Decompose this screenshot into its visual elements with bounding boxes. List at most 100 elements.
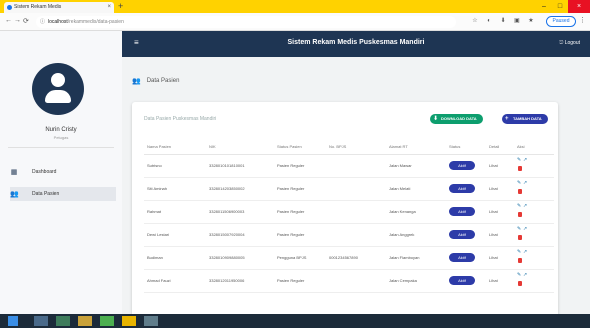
taskbar-app-icon[interactable] [144, 316, 158, 326]
users-icon: 👥 [10, 191, 19, 198]
cell-no-bpjs [326, 269, 386, 293]
cell-nik: 3328014203850002 [206, 177, 274, 201]
start-menu-icon[interactable] [8, 316, 18, 326]
maximize-button[interactable]: □ [552, 0, 568, 13]
delete-icon[interactable] [518, 165, 522, 171]
main-content: 👥 Data Pasien Data Pasien Puskesmas Mand… [122, 57, 590, 322]
open-icon[interactable]: ↗ [523, 249, 527, 255]
row-actions: ✎ ↗ [517, 157, 531, 174]
open-icon[interactable]: ↗ [523, 226, 527, 232]
new-tab-button[interactable]: + [118, 1, 123, 11]
edit-icon[interactable]: ✎ [517, 203, 521, 209]
edit-icon[interactable]: ✎ [517, 157, 521, 163]
row-actions: ✎ ↗ [517, 226, 531, 243]
extension-icon[interactable]: ◐ [484, 16, 494, 26]
url-bar[interactable]: ⓘ localhost/rekammedis/data-pasien [36, 16, 456, 28]
reload-icon[interactable]: ⟳ [23, 17, 29, 25]
delete-icon[interactable] [518, 234, 522, 240]
cell-actions: ✎ ↗ [514, 154, 554, 178]
taskbar-app-icon[interactable] [34, 316, 48, 326]
cell-status: Aktif [446, 200, 486, 224]
info-icon: ⓘ [40, 19, 46, 25]
detail-link[interactable]: Lihat [486, 269, 514, 293]
browser-tab[interactable]: Sistem Rekam Medis × [4, 2, 114, 13]
cell-alamat: Jalan Kenanga [386, 200, 446, 224]
cell-nama-pasien: Sutrisno [144, 154, 206, 178]
add-data-button[interactable]: + TAMBAH DATA [502, 114, 548, 124]
status-badge: Aktif [449, 161, 475, 170]
cell-nama-pasien: Rahmat [144, 200, 206, 224]
extension-icon[interactable]: ▣ [512, 16, 522, 26]
tab-title: Sistem Rekam Medis [14, 4, 62, 10]
column-header[interactable]: NIK [206, 140, 274, 155]
download-data-button[interactable]: ⬇ DOWNLOAD DATA [430, 114, 483, 124]
cell-no-bpjs [326, 154, 386, 178]
edit-icon[interactable]: ✎ [517, 180, 521, 186]
extension-icon[interactable]: ★ [526, 16, 536, 26]
browser-menu-icon[interactable]: ⋮ [579, 16, 586, 24]
column-header[interactable]: Status [446, 140, 486, 155]
row-actions: ✎ ↗ [517, 203, 531, 220]
add-data-label: TAMBAH DATA [513, 116, 542, 121]
delete-icon[interactable] [518, 211, 522, 217]
detail-link[interactable]: Lihat [486, 223, 514, 247]
plus-icon: + [505, 116, 509, 122]
download-icon[interactable]: ⬇ [498, 16, 508, 26]
window-close-button[interactable]: × [568, 0, 590, 13]
taskbar-browser-icon[interactable] [122, 316, 136, 326]
table-body: Sutrisno 3328010101810001 Pasien Reguler Ja… [144, 154, 554, 293]
cell-nama-pasien: Ahmad Fauzi [144, 269, 206, 293]
status-badge: Aktif [449, 253, 475, 262]
extension-icons: ☆ ◐ ⬇ ▣ ★ [470, 16, 536, 26]
open-icon[interactable]: ↗ [523, 272, 527, 278]
cell-status-pasien: Pasien Reguler [274, 154, 326, 178]
taskbar-folder-icon[interactable] [78, 316, 92, 326]
column-header[interactable]: Status Pasien [274, 140, 326, 155]
minimize-button[interactable]: – [536, 0, 552, 13]
column-header[interactable]: No. BPJS [326, 140, 386, 155]
bookmark-star-icon[interactable]: ☆ [470, 16, 480, 26]
user-role: Petugas [53, 135, 69, 140]
cell-actions: ✎ ↗ [514, 223, 554, 247]
row-actions: ✎ ↗ [517, 272, 531, 289]
column-header[interactable]: Nama Pasien [144, 140, 206, 155]
detail-link[interactable]: Lihat [486, 200, 514, 224]
edit-icon[interactable]: ✎ [517, 249, 521, 255]
edit-icon[interactable]: ✎ [517, 226, 521, 232]
sidebar: Nurin Cristy Petugas ▦ Dashboard 👥 Data … [0, 31, 122, 314]
detail-link[interactable]: Lihat [486, 154, 514, 178]
browser-window: Sistem Rekam Medis × + – □ × ← → ⟳ ⓘ loc… [0, 0, 590, 328]
status-badge: Aktif [449, 207, 475, 216]
breadcrumb: 👥 Data Pasien [132, 77, 179, 85]
delete-icon[interactable] [518, 257, 522, 263]
sidebar-item-data-pasien[interactable]: 👥 Data Pasien [10, 187, 116, 201]
tab-close-icon[interactable]: × [107, 2, 111, 13]
row-actions: ✎ ↗ [517, 180, 531, 197]
forward-icon[interactable]: → [14, 17, 21, 24]
cell-status-pasien: Pasien Reguler [274, 223, 326, 247]
detail-link[interactable]: Lihat [486, 177, 514, 201]
open-icon[interactable]: ↗ [523, 203, 527, 209]
download-icon: ⬇ [433, 116, 439, 122]
detail-link[interactable]: Lihat [486, 246, 514, 270]
status-badge: Aktif [449, 230, 475, 239]
taskbar-app-icon[interactable] [100, 316, 114, 326]
sidebar-item-dashboard[interactable]: ▦ Dashboard [10, 165, 116, 179]
delete-icon[interactable] [518, 188, 522, 194]
cell-no-bpjs: 0001234567890 [326, 246, 386, 270]
cell-actions: ✎ ↗ [514, 177, 554, 201]
column-header[interactable]: Detail [486, 140, 514, 155]
user-avatar-icon [32, 63, 84, 115]
back-icon[interactable]: ← [5, 17, 12, 24]
profile-button[interactable]: Paused [546, 16, 576, 27]
sidebar-item-label: Data Pasien [32, 191, 60, 197]
open-icon[interactable]: ↗ [523, 157, 527, 163]
delete-icon[interactable] [518, 280, 522, 286]
open-icon[interactable]: ↗ [523, 180, 527, 186]
logout-button[interactable]: ⎋ Logout [559, 40, 580, 46]
taskbar-app-icon[interactable] [56, 316, 70, 326]
status-badge: Aktif [449, 276, 475, 285]
address-toolbar: ← → ⟳ ⓘ localhost/rekammedis/data-pasien… [0, 13, 590, 31]
edit-icon[interactable]: ✎ [517, 272, 521, 278]
column-header[interactable]: Alamat RT [386, 140, 446, 155]
